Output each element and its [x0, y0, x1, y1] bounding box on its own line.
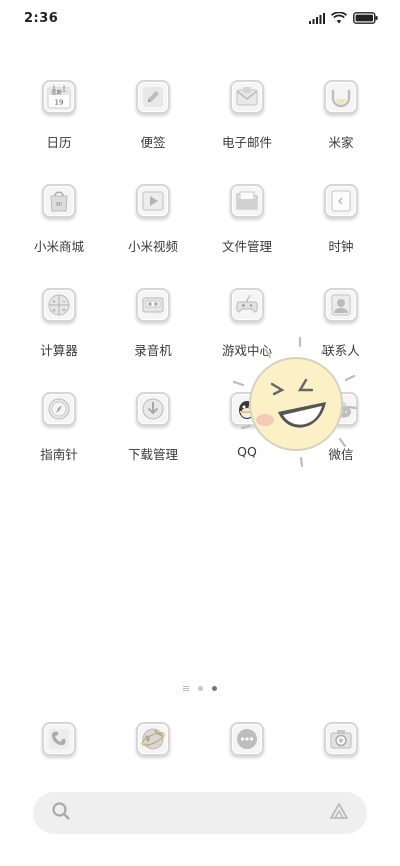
app-label: 微信: [328, 447, 354, 462]
svg-text:星期一: 星期一: [51, 90, 66, 96]
recorder-icon: [136, 288, 170, 322]
app-label: 时钟: [328, 239, 354, 254]
svg-text:×: ×: [52, 308, 56, 314]
status-bar: 2:36: [0, 0, 400, 36]
dock-messages[interactable]: [200, 722, 294, 756]
wifi-icon: [331, 12, 347, 24]
svg-text:19: 19: [55, 99, 64, 107]
mi-store-icon: MI: [42, 184, 76, 218]
search-bar[interactable]: [33, 792, 367, 834]
svg-text:−: −: [62, 299, 66, 305]
app-file-manager[interactable]: 文件管理: [200, 180, 294, 284]
app-notes[interactable]: 便签: [106, 76, 200, 180]
svg-text:=: =: [62, 308, 66, 314]
app-compass[interactable]: 指南针: [12, 388, 106, 492]
page-dot-active[interactable]: [212, 686, 217, 691]
status-time: 2:36: [24, 10, 59, 26]
app-clock[interactable]: 时钟: [294, 180, 388, 284]
signal-icon: [309, 12, 325, 24]
messages-icon: [230, 722, 264, 756]
calendar-icon: 星期一 19: [42, 80, 76, 114]
file-manager-icon: [230, 184, 264, 218]
phone-icon: [42, 722, 76, 756]
app-game-center[interactable]: 游戏中心: [200, 284, 294, 388]
app-mi-store[interactable]: MI 小米商城: [12, 180, 106, 284]
app-email[interactable]: 电子邮件: [200, 76, 294, 180]
app-label: 录音机: [134, 343, 172, 358]
wechat-icon: [324, 392, 358, 426]
clock-icon: [324, 184, 358, 218]
game-center-icon: [230, 288, 264, 322]
app-grid: 星期一 19 日历 便签 电子邮件 米家 MI 小米商城 小米视频 文件管理 时…: [12, 76, 388, 492]
app-video[interactable]: 小米视频: [106, 180, 200, 284]
app-label: 米家: [328, 135, 354, 150]
app-wechat[interactable]: 微信: [294, 388, 388, 492]
battery-icon: [353, 12, 378, 24]
mijia-icon: [324, 80, 358, 114]
video-icon: [136, 184, 170, 218]
svg-text:MI: MI: [56, 202, 62, 208]
app-label: 联系人: [322, 343, 360, 358]
page-indicator-menu[interactable]: [183, 686, 189, 691]
download-icon: [136, 392, 170, 426]
calculator-icon: + − × =: [42, 288, 76, 322]
app-label: 日历: [46, 135, 72, 150]
app-label: 计算器: [40, 343, 78, 358]
notes-icon: [136, 80, 170, 114]
svg-text:+: +: [52, 299, 56, 305]
dock: [12, 722, 388, 756]
app-download[interactable]: 下载管理: [106, 388, 200, 492]
app-calendar[interactable]: 星期一 19 日历: [12, 76, 106, 180]
camera-icon: [324, 722, 358, 756]
app-label: 小米视频: [127, 239, 178, 254]
app-label: 游戏中心: [221, 343, 272, 358]
app-label: 下载管理: [127, 447, 178, 462]
app-calculator[interactable]: + − × = 计算器: [12, 284, 106, 388]
status-icons: [309, 12, 378, 24]
app-contacts[interactable]: 联系人: [294, 284, 388, 388]
page-indicator: [0, 686, 400, 691]
browser-icon: [136, 722, 170, 756]
app-label: 便签: [140, 135, 166, 150]
page-dot[interactable]: [198, 686, 203, 691]
contacts-icon: [324, 288, 358, 322]
app-label: QQ: [237, 444, 257, 459]
app-recorder[interactable]: 录音机: [106, 284, 200, 388]
app-label: 小米商城: [33, 239, 84, 254]
search-icon[interactable]: [51, 801, 71, 825]
app-qq[interactable]: QQ: [200, 388, 294, 492]
dock-camera[interactable]: [294, 722, 388, 756]
app-mijia[interactable]: 米家: [294, 76, 388, 180]
dock-phone[interactable]: [12, 722, 106, 756]
assistant-icon[interactable]: [329, 801, 349, 825]
compass-icon: [42, 392, 76, 426]
email-icon: [230, 80, 264, 114]
dock-browser[interactable]: [106, 722, 200, 756]
app-label: 指南针: [40, 447, 78, 462]
qq-icon: [230, 392, 264, 426]
app-label: 文件管理: [221, 239, 272, 254]
app-label: 电子邮件: [221, 135, 272, 150]
